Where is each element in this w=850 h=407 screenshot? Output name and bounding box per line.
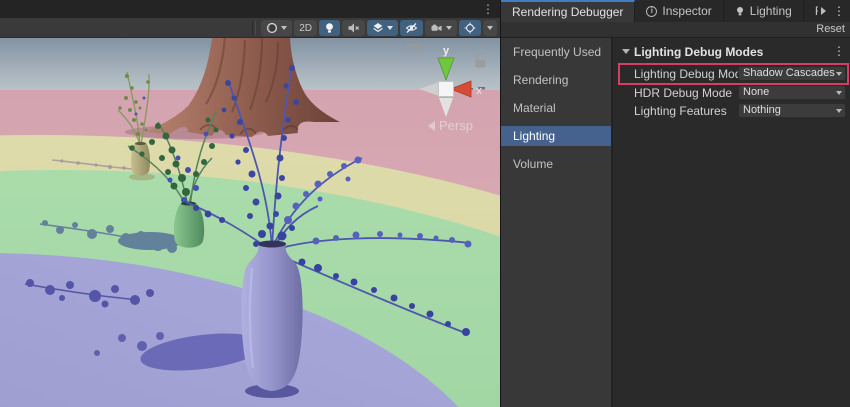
gizmo-negz-cone[interactable] [439, 98, 453, 117]
gizmos-dropdown[interactable] [483, 20, 497, 36]
foldout-triangle-icon[interactable] [622, 49, 630, 54]
scene-view-window: ⋮ 2D [0, 0, 500, 407]
debugger-sidebar: Frequently Used Rendering Material Light… [501, 38, 613, 407]
gizmo-x-label: x [476, 85, 483, 97]
tab-frame-debugger[interactable]: Frame D [804, 0, 818, 22]
chevron-down-icon [836, 109, 842, 113]
lock-icon[interactable] [476, 54, 486, 68]
debugger-content: Lighting Debug Modes ⋮ Lighting Debug Mo… [615, 38, 850, 407]
projection-label[interactable]: Persp [428, 118, 473, 133]
scene-menu-kebab-icon[interactable]: ⋮ [482, 2, 494, 16]
tab-inspector[interactable]: i Inspector [635, 0, 723, 22]
lighting-features-dropdown[interactable]: Nothing [738, 103, 846, 118]
lightbulb-icon [324, 22, 335, 34]
chevron-down-icon [487, 26, 493, 30]
tab-lighting[interactable]: Lighting [724, 0, 804, 22]
small-vase-plant[interactable] [118, 72, 155, 181]
gizmo-y-cone[interactable] [438, 58, 454, 80]
eye-slash-icon [405, 22, 418, 34]
toolbar-separator [252, 21, 256, 35]
unity-editor: ⋮ 2D [0, 0, 850, 407]
hdr-debug-mode-label: HDR Debug Mode [634, 86, 732, 100]
chevron-down-icon [836, 91, 842, 95]
sidebar-item-lighting[interactable]: Lighting [501, 126, 611, 146]
gizmo-y-label: y [443, 45, 450, 57]
gizmo-center-cube[interactable] [439, 82, 454, 97]
draw-mode-dropdown[interactable] [261, 20, 292, 36]
section-menu-kebab-icon[interactable]: ⋮ [833, 44, 845, 58]
hdr-debug-mode-dropdown[interactable]: None [738, 85, 846, 100]
tab-label: Lighting [750, 4, 792, 18]
gizmo-negx-cone[interactable] [419, 82, 439, 96]
plant-shadow-yellow [52, 159, 132, 169]
hidden-objects-toggle[interactable] [400, 20, 423, 36]
chevron-down-icon [446, 26, 452, 30]
lighting-debug-mode-dropdown[interactable]: Shadow Cascades [738, 66, 846, 81]
sidebar-item-volume[interactable]: Volume [501, 154, 611, 174]
tab-label: Rendering Debugger [512, 5, 623, 19]
camera-icon [430, 22, 443, 34]
tab-menu-kebab-icon[interactable]: ⋮ [829, 0, 850, 22]
info-icon: i [646, 6, 657, 17]
scene-effects-dropdown[interactable] [367, 20, 398, 36]
arrow-right-icon [821, 7, 826, 15]
sidebar-item-frequently-used[interactable]: Frequently Used [501, 42, 611, 62]
chevron-down-icon [281, 26, 287, 30]
scene-audio-toggle[interactable] [342, 20, 365, 36]
dropdown-value: Shadow Cascades [743, 67, 835, 79]
gizmo-globe-icon [464, 22, 476, 34]
chevron-down-icon [836, 72, 842, 76]
2d-toggle-button[interactable]: 2D [294, 20, 317, 36]
debugger-toolbar: Reset [501, 22, 850, 38]
shaded-sphere-icon [266, 22, 278, 34]
dropdown-value: None [743, 86, 769, 98]
scene-lighting-toggle[interactable] [319, 20, 340, 36]
lighting-debug-mode-label: Lighting Debug Mode [634, 67, 748, 81]
effects-layers-icon [372, 22, 384, 34]
tab-label: Inspector [662, 4, 711, 18]
scene-toolbar: 2D [0, 18, 500, 38]
orientation-gizmo[interactable]: y x [403, 38, 495, 122]
dropdown-value: Nothing [743, 104, 781, 116]
lighting-features-label: Lighting Features [634, 104, 727, 118]
tab-scroll-right[interactable] [818, 0, 829, 22]
plant-shadow-purple [25, 279, 154, 308]
rendering-debugger-panel: Rendering Debugger i Inspector Lighting … [500, 0, 850, 407]
window-tab-bar: Rendering Debugger i Inspector Lighting … [501, 0, 850, 22]
gizmos-toggle[interactable] [459, 20, 481, 36]
speaker-muted-icon [347, 22, 360, 34]
sidebar-item-rendering[interactable]: Rendering [501, 70, 611, 90]
tab-rendering-debugger[interactable]: Rendering Debugger [501, 0, 635, 22]
reset-button[interactable]: Reset [816, 23, 845, 35]
sidebar-item-material[interactable]: Material [501, 98, 611, 118]
section-title: Lighting Debug Modes [634, 45, 763, 59]
scene-titlebar: ⋮ [0, 0, 500, 18]
persp-arrow-icon [428, 121, 435, 131]
scene-camera-dropdown[interactable] [425, 20, 457, 36]
chevron-down-icon [387, 26, 393, 30]
section-header[interactable]: Lighting Debug Modes ⋮ [615, 44, 850, 60]
scene-viewport[interactable]: y x Persp [0, 38, 500, 407]
plant-shadow-green [40, 220, 182, 253]
lightbulb-icon [735, 6, 745, 17]
